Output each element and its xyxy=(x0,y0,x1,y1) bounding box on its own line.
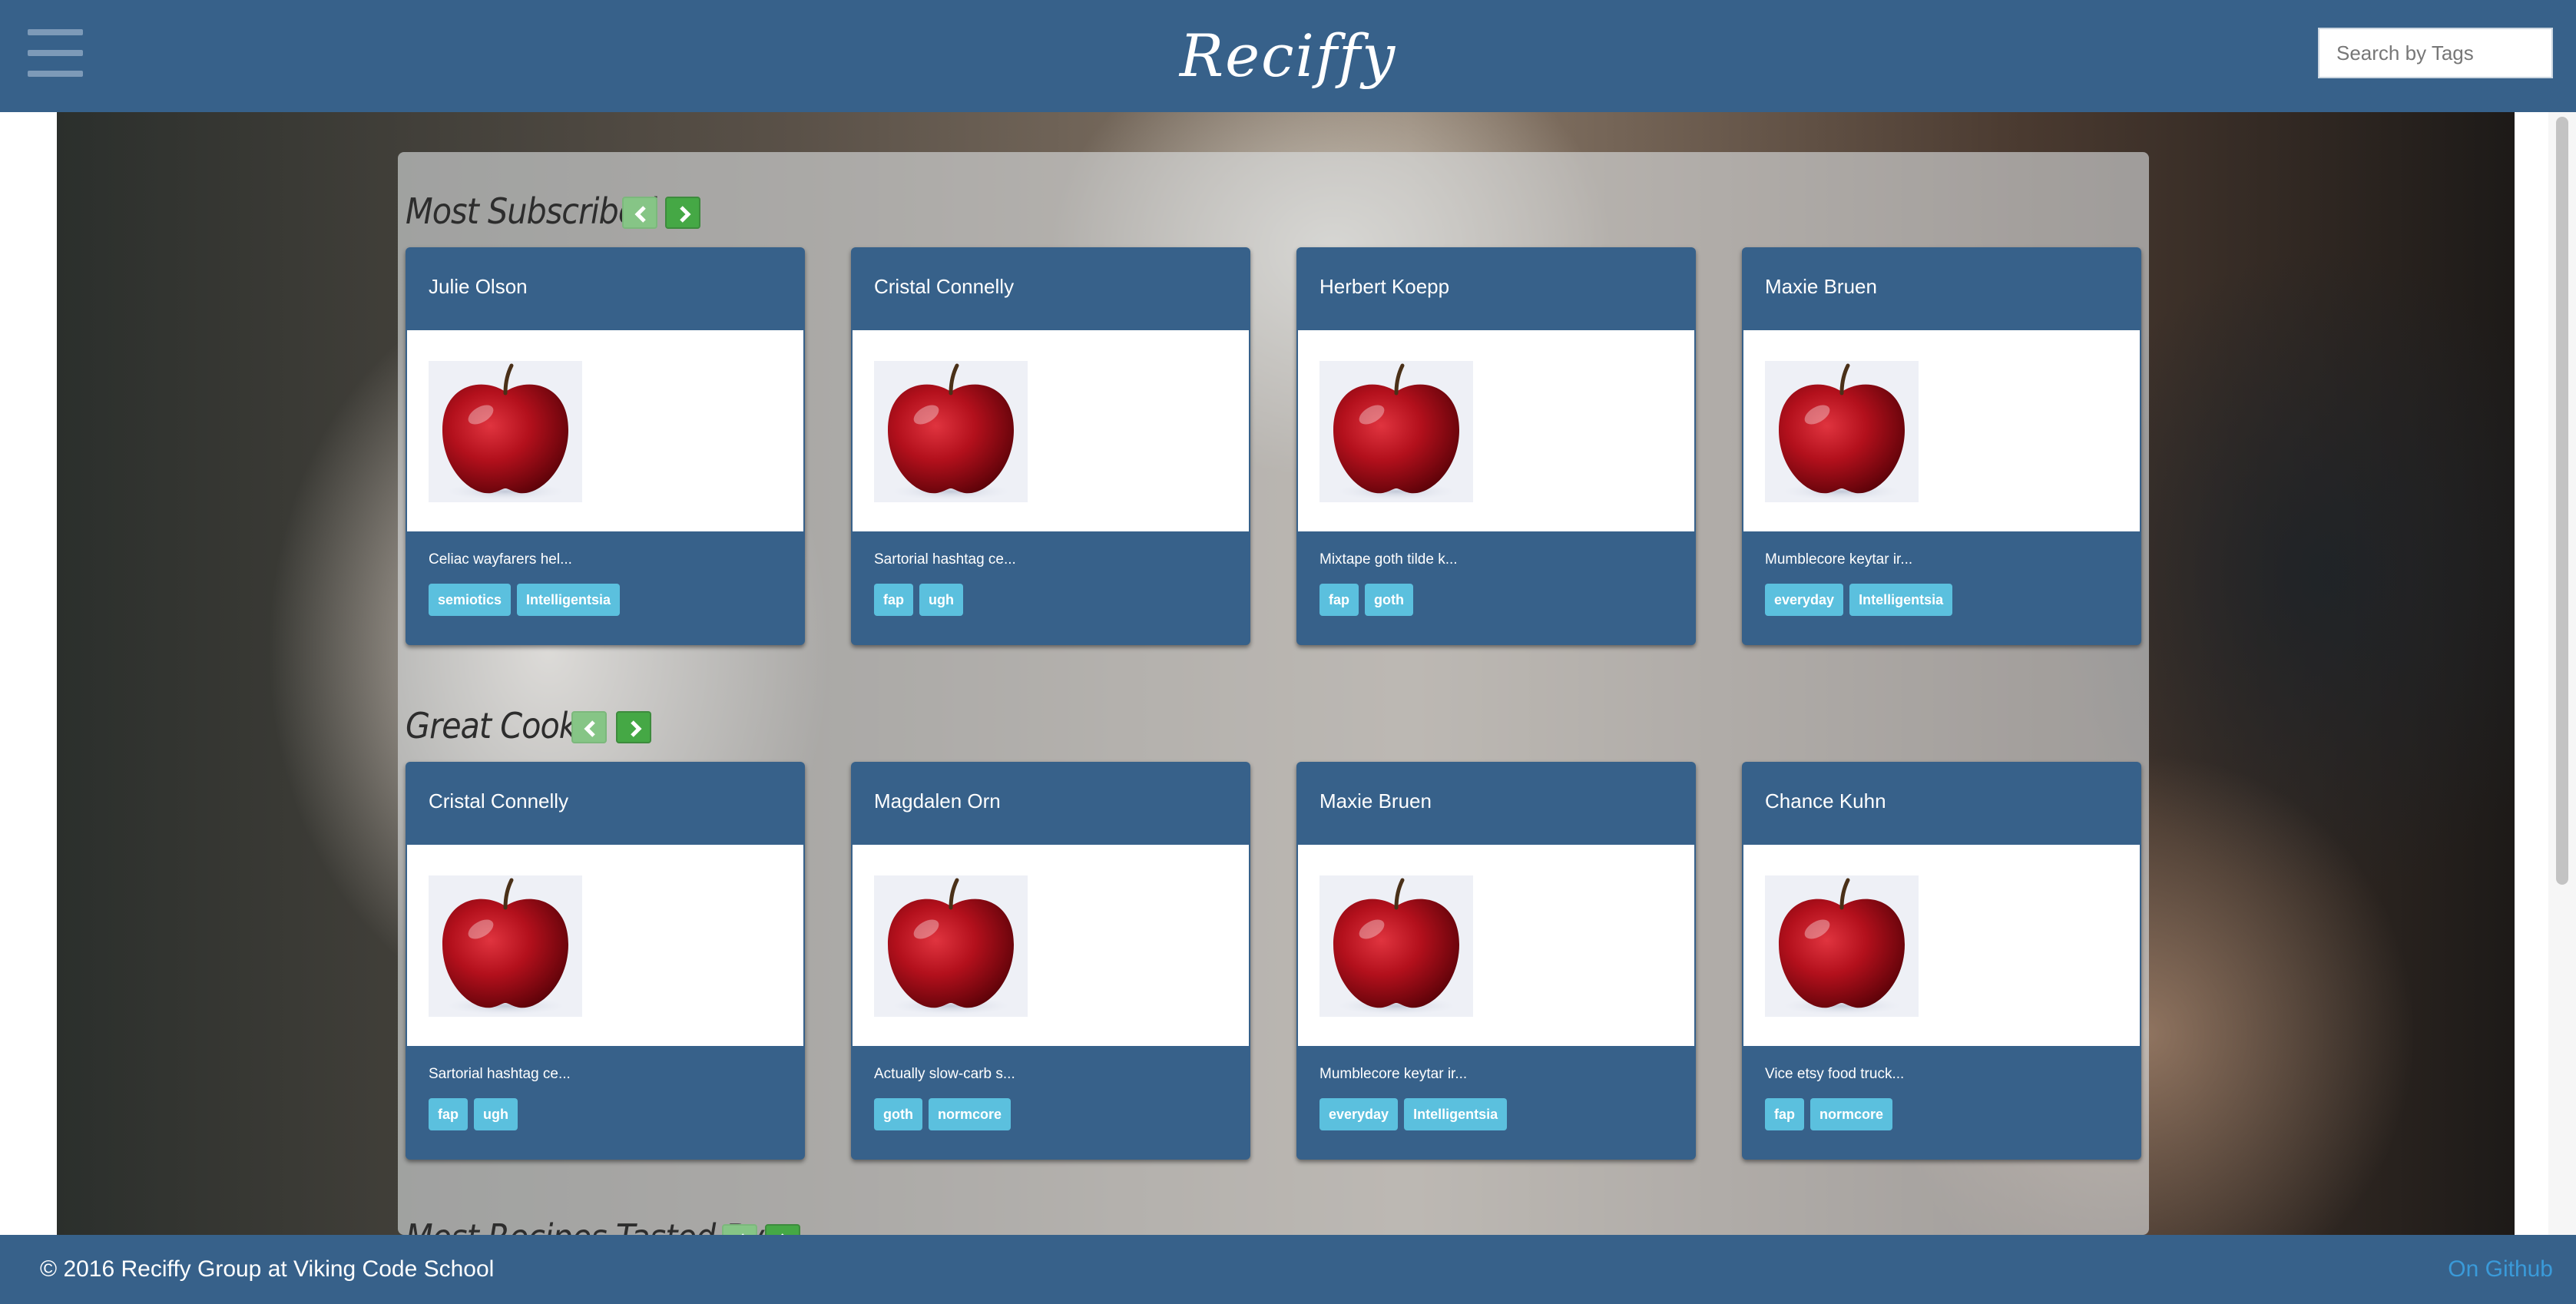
recipe-card[interactable]: Chance Kuhn Vice etsy food truck... fap … xyxy=(1742,762,2141,1160)
card-description: Sartorial hashtag ce... xyxy=(874,551,1016,568)
apple-icon xyxy=(1765,875,1919,1017)
card-image[interactable] xyxy=(853,330,1249,531)
recipe-card[interactable]: Herbert Koepp Mixtape goth tilde k... fa… xyxy=(1296,247,1696,645)
card-tags: fap goth xyxy=(1319,584,1413,616)
apple-icon xyxy=(874,361,1028,502)
card-description: Sartorial hashtag ce... xyxy=(429,1066,571,1082)
tag-badge[interactable]: goth xyxy=(874,1098,922,1130)
recipe-card[interactable]: Julie Olson Celiac wayfarers hel... semi… xyxy=(406,247,805,645)
card-image[interactable] xyxy=(1743,845,2140,1046)
github-link[interactable]: On Github xyxy=(2448,1256,2553,1282)
tag-badge[interactable]: Intelligentsia xyxy=(1404,1098,1508,1130)
card-image[interactable] xyxy=(407,845,803,1046)
great-cooks-next-button[interactable] xyxy=(616,711,651,743)
tag-badge[interactable]: fap xyxy=(1319,584,1359,616)
chevron-right-icon xyxy=(631,720,642,737)
search-tags-input[interactable] xyxy=(2318,28,2553,78)
card-tags: semiotics Intelligentsia xyxy=(429,584,621,616)
card-image[interactable] xyxy=(1298,845,1694,1046)
tag-badge[interactable]: goth xyxy=(1365,584,1413,616)
chevron-left-icon xyxy=(634,206,646,223)
footer-copyright: © 2016 Reciffy Group at Viking Code Scho… xyxy=(40,1256,495,1282)
card-author-name[interactable]: Maxie Bruen xyxy=(1765,275,1877,299)
tag-badge[interactable]: Intelligentsia xyxy=(517,584,621,616)
page-scrollbar[interactable] xyxy=(2548,112,2576,1235)
card-description: Mixtape goth tilde k... xyxy=(1319,551,1458,568)
card-image[interactable] xyxy=(407,330,803,531)
recipe-card[interactable]: Cristal Connelly Sartorial hashtag ce...… xyxy=(851,247,1250,645)
content-panel: Most Subscribed Julie Olson Celiac wayfa… xyxy=(398,152,2149,1235)
tag-badge[interactable]: normcore xyxy=(1810,1098,1893,1130)
apple-icon xyxy=(1319,361,1473,502)
apple-icon xyxy=(1765,361,1919,502)
apple-icon xyxy=(429,875,582,1017)
card-author-name[interactable]: Magdalen Orn xyxy=(874,789,1001,813)
card-tags: everyday Intelligentsia xyxy=(1765,584,1953,616)
tag-badge[interactable]: ugh xyxy=(474,1098,518,1130)
hamburger-line xyxy=(28,29,83,35)
card-tags: fap ugh xyxy=(429,1098,518,1130)
apple-icon xyxy=(1319,875,1473,1017)
top-navbar: Reciffy xyxy=(0,0,2576,112)
most-subscribed-prev-button[interactable] xyxy=(622,197,657,229)
section-title-most-recipes-tasted-by: Most Recipes Tasted By xyxy=(406,1216,764,1235)
most-tasted-prev-button[interactable] xyxy=(722,1224,757,1235)
most-subscribed-next-button[interactable] xyxy=(665,197,700,229)
section-title-most-subscribed: Most Subscribed xyxy=(406,190,657,232)
card-description: Celiac wayfarers hel... xyxy=(429,551,572,568)
card-author-name[interactable]: Julie Olson xyxy=(429,275,528,299)
recipe-card[interactable]: Maxie Bruen Mumblecore keytar ir... ever… xyxy=(1742,247,2141,645)
tag-badge[interactable]: everyday xyxy=(1319,1098,1399,1130)
tag-badge[interactable]: semiotics xyxy=(429,584,512,616)
page-footer: © 2016 Reciffy Group at Viking Code Scho… xyxy=(0,1235,2576,1304)
tag-badge[interactable]: fap xyxy=(874,584,913,616)
card-image[interactable] xyxy=(1298,330,1694,531)
recipe-card[interactable]: Cristal Connelly Sartorial hashtag ce...… xyxy=(406,762,805,1160)
hamburger-line xyxy=(28,50,83,56)
tag-badge[interactable]: Intelligentsia xyxy=(1849,584,1953,616)
hamburger-menu-icon[interactable] xyxy=(28,29,83,77)
most-tasted-next-button[interactable] xyxy=(765,1224,800,1235)
card-description: Vice etsy food truck... xyxy=(1765,1066,1905,1082)
recipe-card[interactable]: Magdalen Orn Actually slow-carb s... got… xyxy=(851,762,1250,1160)
scrollbar-thumb[interactable] xyxy=(2556,117,2568,885)
card-author-name[interactable]: Maxie Bruen xyxy=(1319,789,1432,813)
chevron-right-icon xyxy=(680,206,691,223)
tag-badge[interactable]: everyday xyxy=(1765,584,1844,616)
hamburger-line xyxy=(28,71,83,77)
great-cooks-prev-button[interactable] xyxy=(571,711,607,743)
card-author-name[interactable]: Herbert Koepp xyxy=(1319,275,1449,299)
card-tags: fap ugh xyxy=(874,584,963,616)
tag-badge[interactable]: normcore xyxy=(928,1098,1012,1130)
card-description: Actually slow-carb s... xyxy=(874,1066,1015,1082)
tag-badge[interactable]: fap xyxy=(429,1098,468,1130)
card-author-name[interactable]: Cristal Connelly xyxy=(874,275,1014,299)
tag-badge[interactable]: ugh xyxy=(919,584,963,616)
card-image[interactable] xyxy=(1743,330,2140,531)
card-author-name[interactable]: Chance Kuhn xyxy=(1765,789,1886,813)
tag-badge[interactable]: fap xyxy=(1765,1098,1804,1130)
card-description: Mumblecore keytar ir... xyxy=(1319,1066,1468,1082)
chevron-left-icon xyxy=(584,720,595,737)
card-tags: goth normcore xyxy=(874,1098,1012,1130)
card-tags: fap normcore xyxy=(1765,1098,1893,1130)
brand-logo[interactable]: Reciffy xyxy=(1134,14,1442,98)
apple-icon xyxy=(429,361,582,502)
card-image[interactable] xyxy=(853,845,1249,1046)
card-author-name[interactable]: Cristal Connelly xyxy=(429,789,568,813)
recipe-card[interactable]: Maxie Bruen Mumblecore keytar ir... ever… xyxy=(1296,762,1696,1160)
card-tags: everyday Intelligentsia xyxy=(1319,1098,1508,1130)
apple-icon xyxy=(874,875,1028,1017)
card-description: Mumblecore keytar ir... xyxy=(1765,551,1913,568)
